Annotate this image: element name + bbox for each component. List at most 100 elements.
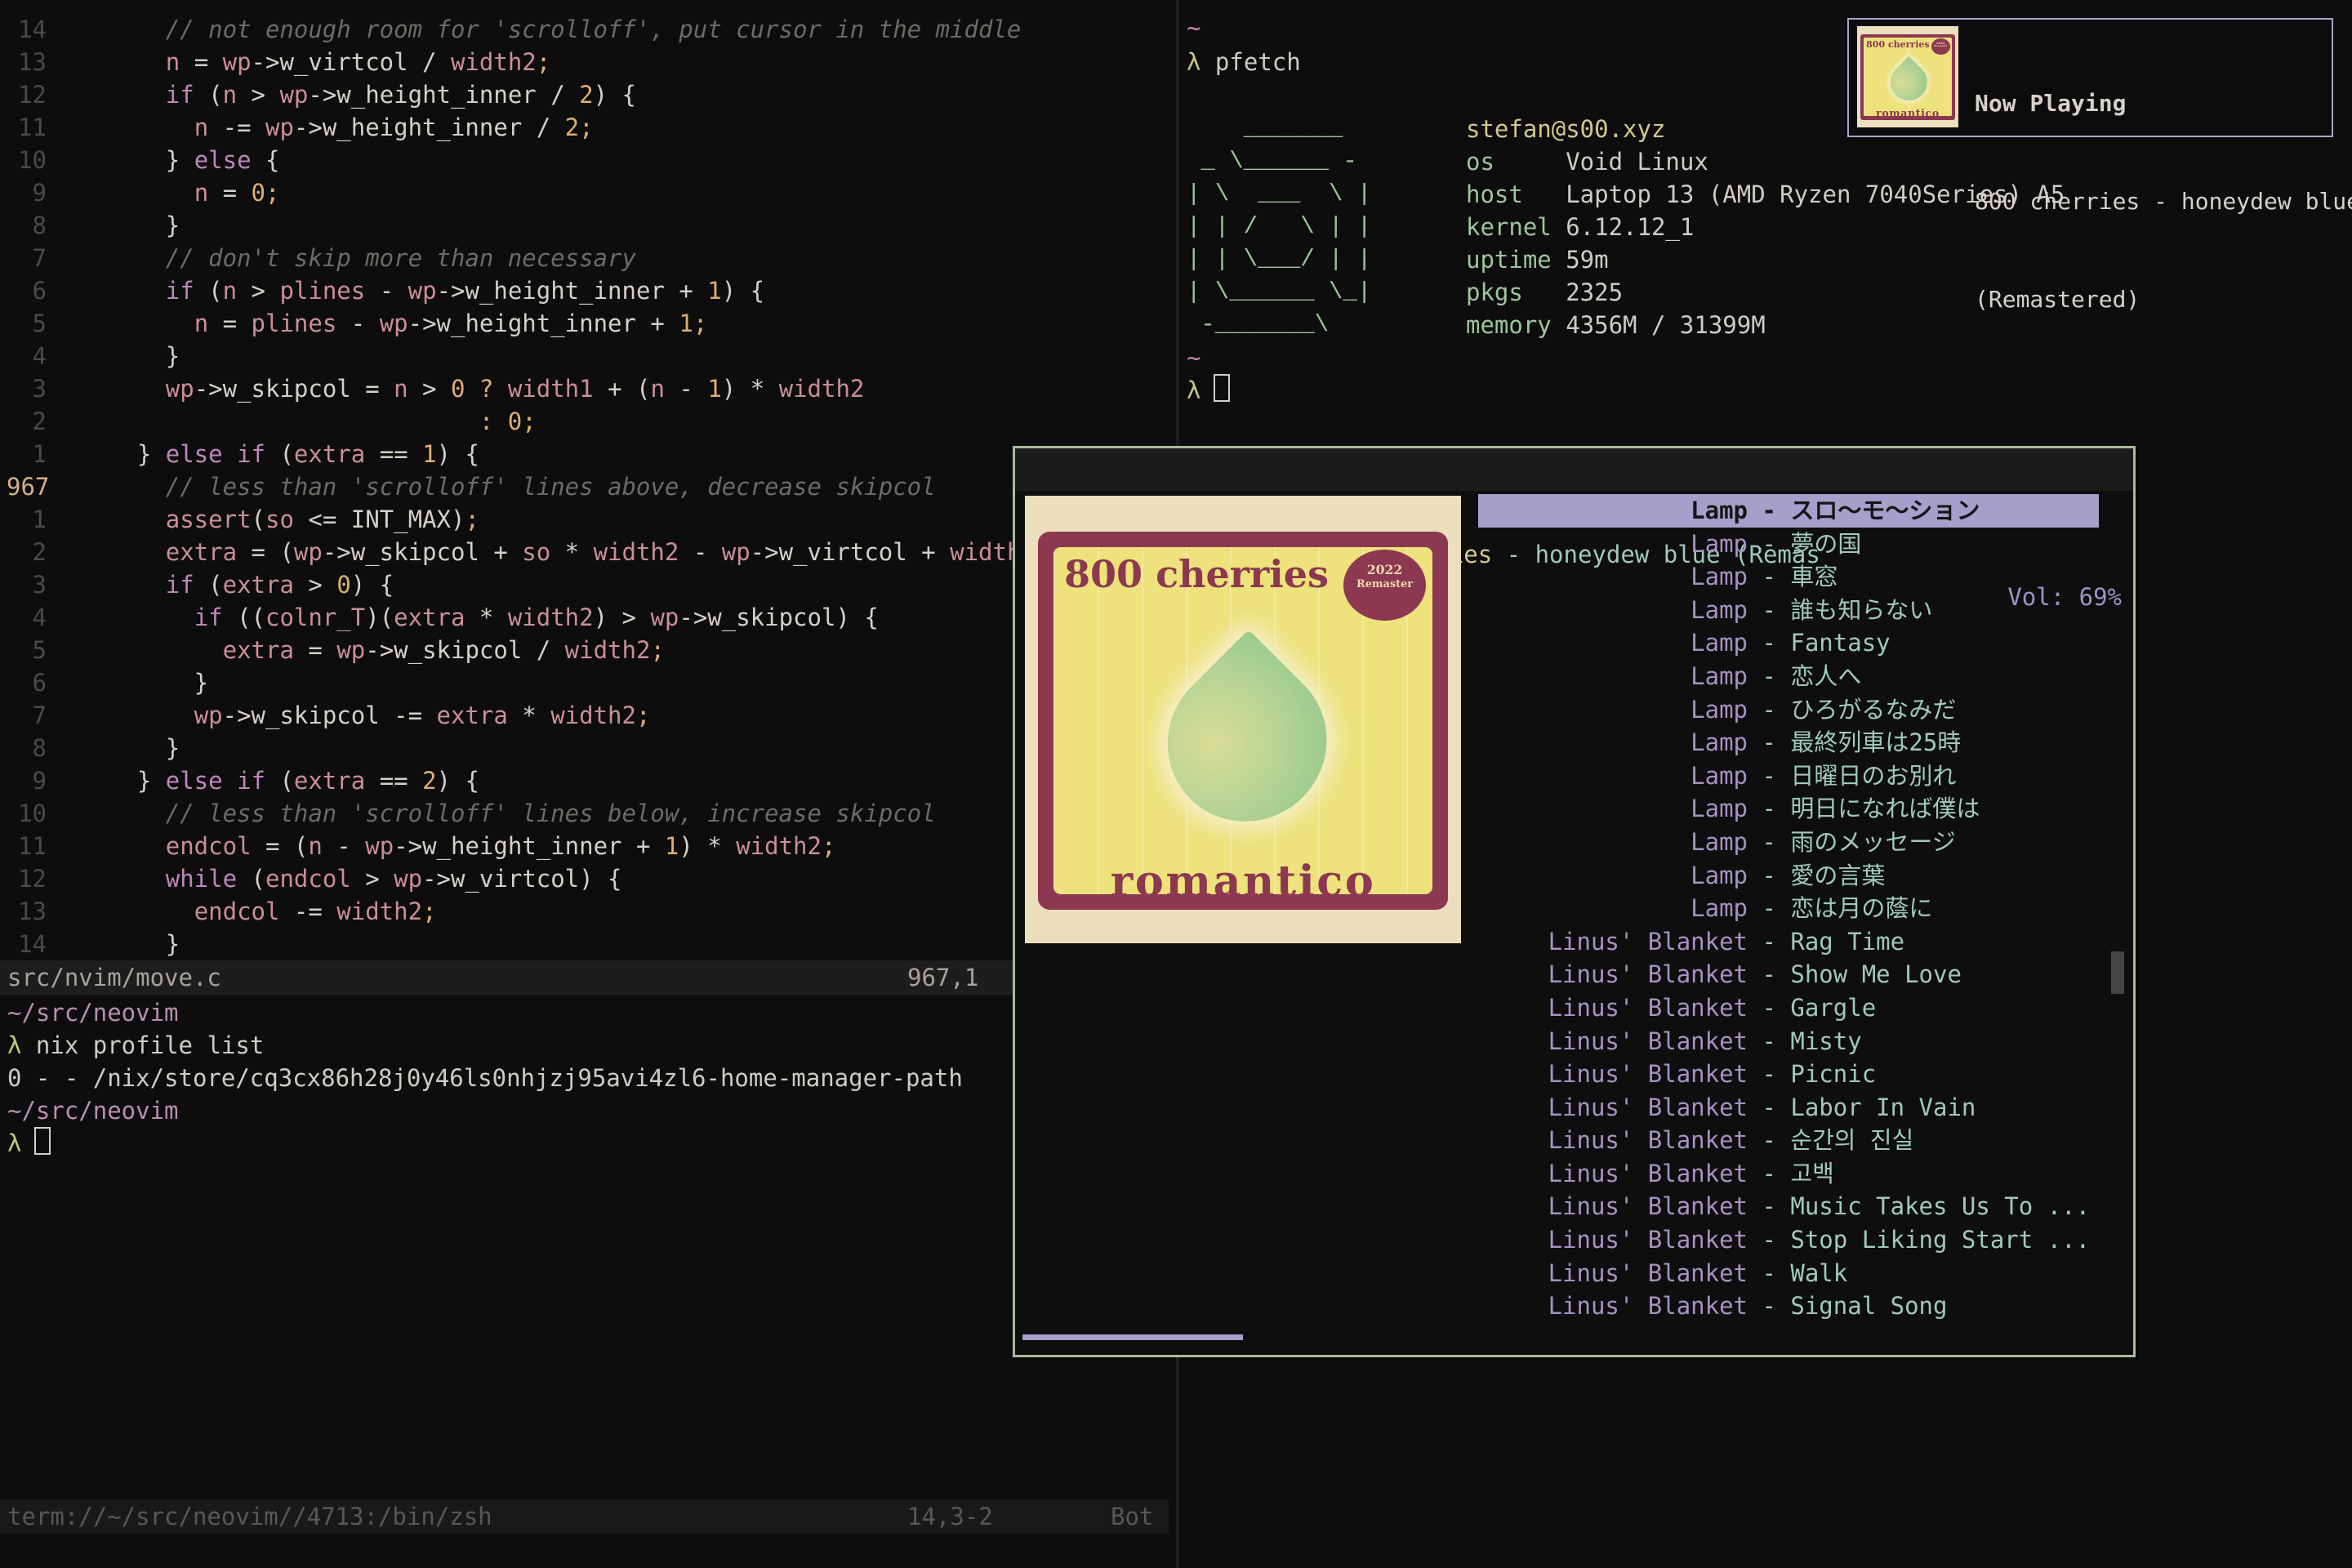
track-row[interactable]: Linus' Blanket - Music Takes Us To ... xyxy=(1015,1190,2133,1223)
track-row[interactable]: Linus' Blanket - Picnic xyxy=(1015,1058,2133,1091)
track-row[interactable]: Linus' Blanket - Walk xyxy=(1015,1257,2133,1290)
track-artist: Linus' Blanket xyxy=(1015,1257,1748,1290)
track-row[interactable]: Lamp - 日曜日のお別れ xyxy=(1015,760,2133,793)
track-row[interactable]: Lamp - 最終列車は25時 xyxy=(1015,726,2133,760)
code-line[interactable]: 3 wp->w_skipcol = n > 0 ? width1 + (n - … xyxy=(0,372,1176,405)
track-artist: Lamp xyxy=(1015,594,1748,627)
code-line[interactable]: 11 endcol = (n - wp->w_height_inner + 1)… xyxy=(0,830,1176,862)
relative-line-number: 12 xyxy=(0,78,80,111)
track-list-scrollbar[interactable] xyxy=(2111,951,2124,994)
track-title: Signal Song xyxy=(1790,1292,1947,1320)
code-line[interactable]: 13 endcol -= width2; xyxy=(0,895,1176,928)
track-artist: Linus' Blanket xyxy=(1015,1190,1748,1223)
relative-line-number: 13 xyxy=(0,46,80,78)
code-line[interactable]: 13 n = wp->w_virtcol / width2; xyxy=(0,46,1176,78)
relative-line-number: 6 xyxy=(0,666,80,699)
notification-track-suffix: (Remastered) xyxy=(1975,283,2352,316)
relative-line-number: 11 xyxy=(0,830,80,862)
relative-line-number: 6 xyxy=(0,274,80,307)
track-row[interactable]: Lamp - 夢の国 xyxy=(1015,528,2133,561)
terminal-cursor-position: 14,3-2 xyxy=(907,1499,993,1534)
code-line[interactable]: 7 // don't skip more than necessary xyxy=(0,242,1176,274)
code-line[interactable]: 10 } else { xyxy=(0,144,1176,176)
track-title: Stop Liking Start ... xyxy=(1790,1226,2090,1254)
code-line[interactable]: 3 if (extra > 0) { xyxy=(0,568,1176,601)
relative-line-number: 2 xyxy=(0,536,80,568)
shell-tilde: ~ xyxy=(1187,341,1200,374)
track-artist: Linus' Blanket xyxy=(1015,958,1748,991)
track-row[interactable]: Lamp - 愛の言葉 xyxy=(1015,859,2133,893)
code-line[interactable]: 14 } xyxy=(0,928,1176,960)
track-row[interactable]: Linus' Blanket - 고백 xyxy=(1015,1157,2133,1191)
relative-line-number: 4 xyxy=(0,340,80,372)
terminal-line: λ nix profile list xyxy=(7,1029,963,1062)
code-line[interactable]: 11 n -= wp->w_height_inner / 2; xyxy=(0,111,1176,144)
code-line[interactable]: 8 } xyxy=(0,732,1176,764)
code-line[interactable]: 8 } xyxy=(0,209,1176,242)
track-row[interactable]: Linus' Blanket - 순간의 진실 xyxy=(1015,1124,2133,1157)
track-row[interactable]: Linus' Blanket - Misty xyxy=(1015,1025,2133,1058)
album-art-thumbnail: 800 cherries 2022Remaster romantico xyxy=(1857,26,1958,127)
track-row[interactable]: Lamp - 車窓 xyxy=(1015,560,2133,594)
track-row[interactable]: Lamp - ひろがるなみだ xyxy=(1015,693,2133,727)
track-artist: Lamp xyxy=(1015,826,1748,859)
relative-line-number: 9 xyxy=(0,764,80,797)
code-line[interactable]: 14 // not enough room for 'scrolloff', p… xyxy=(0,13,1176,46)
terminal-cursor xyxy=(34,1127,51,1155)
relative-line-number: 1 xyxy=(0,438,80,470)
track-row[interactable]: Lamp - 雨のメッセージ xyxy=(1015,826,2133,859)
track-row[interactable]: Lamp - 明日になれば僕は xyxy=(1015,792,2133,826)
code-line[interactable]: 6 } xyxy=(0,666,1176,699)
track-row[interactable]: Linus' Blanket - Labor In Vain xyxy=(1015,1091,2133,1125)
track-title: 日曜日のお別れ xyxy=(1790,762,1956,790)
code-line[interactable]: 7 wp->w_skipcol -= extra * width2; xyxy=(0,699,1176,732)
terminal-line[interactable]: λ xyxy=(7,1127,963,1160)
track-row-selected[interactable]: Lamp - スロ〜モ〜ション xyxy=(1015,494,2133,528)
code-line[interactable]: 12 if (n > wp->w_height_inner / 2) { xyxy=(0,78,1176,111)
code-line[interactable]: 4 } xyxy=(0,340,1176,372)
code-area[interactable]: 14 // not enough room for 'scrolloff', p… xyxy=(0,13,1176,960)
track-row[interactable]: Linus' Blanket - Gargle xyxy=(1015,991,2133,1025)
code-line[interactable]: 9 } else if (extra == 2) { xyxy=(0,764,1176,797)
code-line[interactable]: 5 n = plines - wp->w_height_inner + 1; xyxy=(0,307,1176,340)
code-line[interactable]: 1 assert(so <= INT_MAX); xyxy=(0,503,1176,536)
code-line[interactable]: 1 } else if (extra == 1) { xyxy=(0,438,1176,470)
track-list[interactable]: Lamp - スロ〜モ〜ションLamp - 夢の国Lamp - 車窓Lamp -… xyxy=(1015,494,2133,1323)
track-artist: Lamp xyxy=(1015,560,1748,594)
nvim-pane[interactable]: 14 // not enough room for 'scrolloff', p… xyxy=(0,0,1176,1568)
now-playing-notification[interactable]: 800 cherries 2022Remaster romantico Now … xyxy=(1847,18,2333,137)
track-row[interactable]: Linus' Blanket - Show Me Love xyxy=(1015,958,2133,991)
track-artist: Linus' Blanket xyxy=(1015,1223,1748,1257)
track-row[interactable]: Lamp - Fantasy xyxy=(1015,626,2133,660)
code-line[interactable]: 12 while (endcol > wp->w_virtcol) { xyxy=(0,862,1176,895)
nvim-statusline: src/nvim/move.c 967,1 xyxy=(0,960,1169,995)
track-title: 愛の言葉 xyxy=(1790,862,1885,889)
track-row[interactable]: Linus' Blanket - Stop Liking Start ... xyxy=(1015,1223,2133,1257)
code-line[interactable]: 6 if (n > plines - wp->w_height_inner + … xyxy=(0,274,1176,307)
track-row[interactable]: Linus' Blanket - Signal Song xyxy=(1015,1290,2133,1323)
code-line[interactable]: 5 extra = wp->w_skipcol / width2; xyxy=(0,634,1176,666)
code-line[interactable]: 9 n = 0; xyxy=(0,176,1176,209)
terminal-line: 0 - - /nix/store/cq3cx86h28j0y46ls0nhjzj… xyxy=(7,1062,963,1094)
track-title: 순간의 진실 xyxy=(1790,1126,1913,1154)
track-artist: Lamp xyxy=(1015,859,1748,893)
code-line[interactable]: 2 : 0; xyxy=(0,405,1176,438)
code-line[interactable]: 2 extra = (wp->w_skipcol + so * width2 -… xyxy=(0,536,1176,568)
code-line[interactable]: 10 // less than 'scrolloff' lines below,… xyxy=(0,797,1176,830)
track-artist: Linus' Blanket xyxy=(1015,1124,1748,1157)
track-row[interactable]: Lamp - 誰も知らない xyxy=(1015,594,2133,627)
shell-prompt[interactable]: λ xyxy=(1187,374,1230,407)
track-row[interactable]: Linus' Blanket - Rag Time xyxy=(1015,925,2133,959)
playback-progress-bar[interactable] xyxy=(1022,1334,1243,1340)
album-artist-text: 800 cherries xyxy=(1866,39,1929,50)
track-title: 車窓 xyxy=(1790,563,1838,590)
track-row[interactable]: Lamp - 恋人へ xyxy=(1015,660,2133,693)
code-line[interactable]: 967 // less than 'scrolloff' lines above… xyxy=(0,470,1176,503)
track-artist: Lamp xyxy=(1015,660,1748,693)
music-player-window[interactable]: [Playing] herries - honeydew blue (Remas… xyxy=(1013,446,2136,1357)
track-title: Music Takes Us To ... xyxy=(1790,1192,2090,1220)
track-row[interactable]: Lamp - 恋は月の蔭に xyxy=(1015,892,2133,925)
embedded-terminal[interactable]: ~/src/neovimλ nix profile list0 - - /nix… xyxy=(7,996,963,1160)
code-line[interactable]: 4 if ((colnr_T)(extra * width2) > wp->w_… xyxy=(0,601,1176,634)
track-title: 恋は月の蔭に xyxy=(1790,894,1932,922)
